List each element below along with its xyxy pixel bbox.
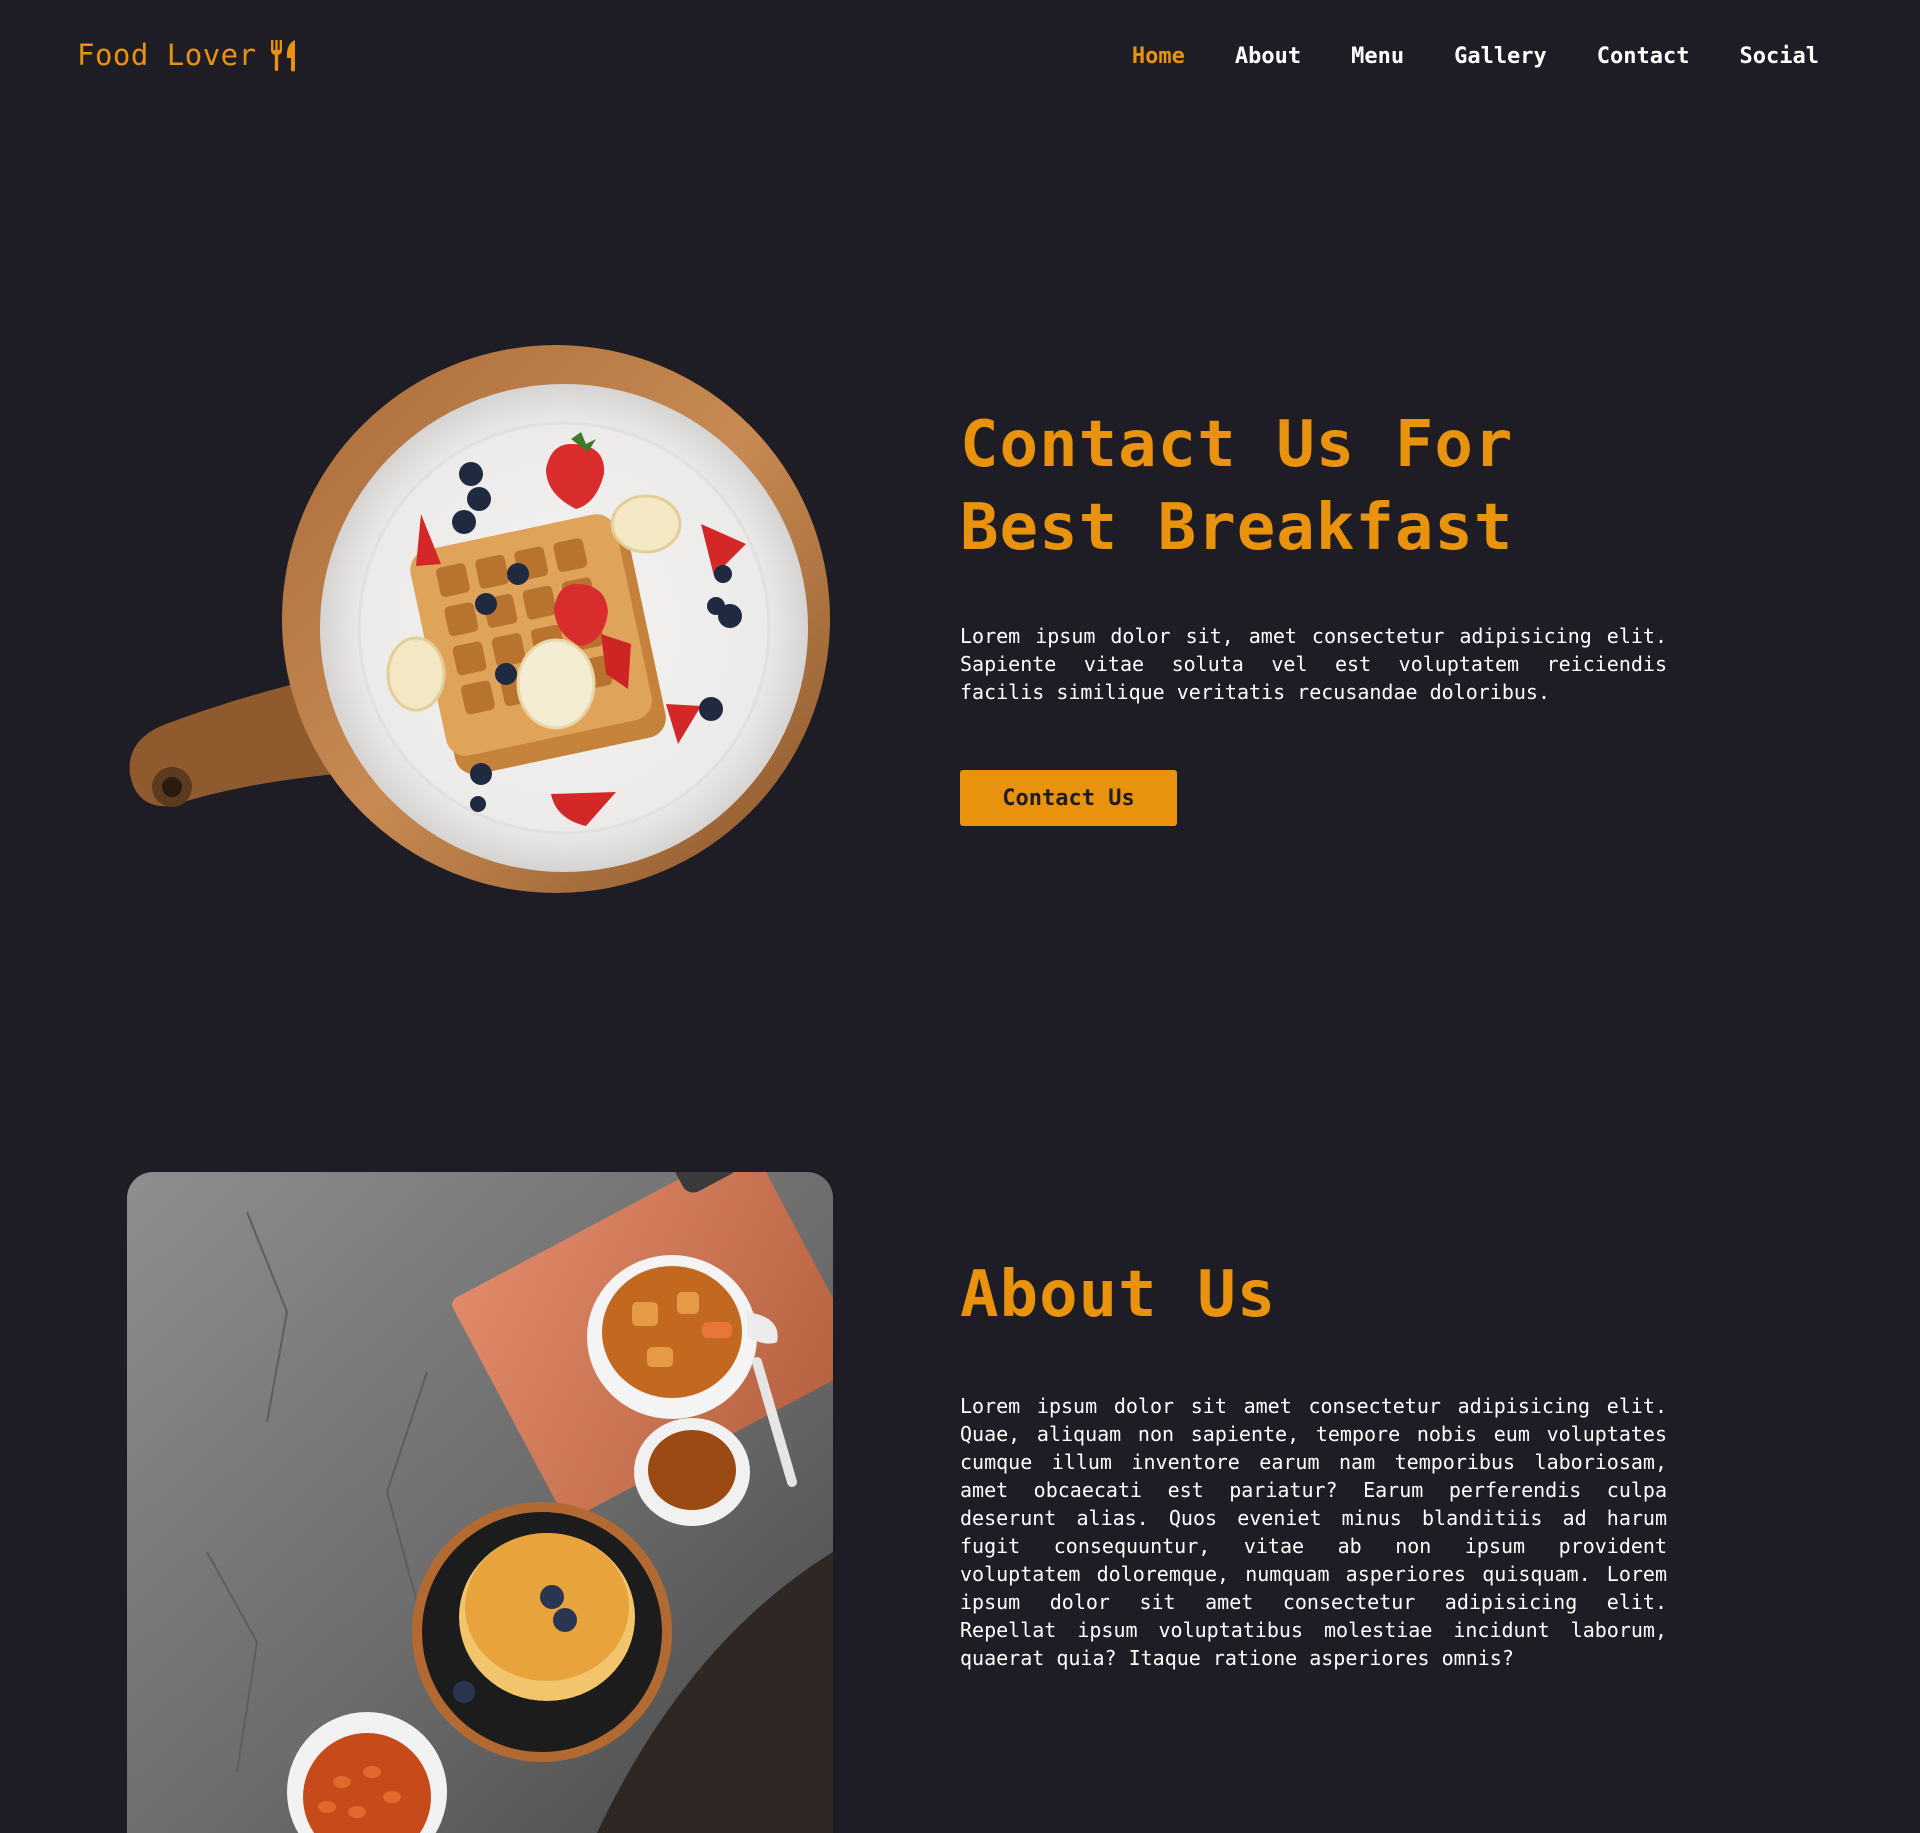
navbar: Food Lover Home About Menu Gallery Conta… bbox=[0, 0, 1920, 118]
hero-title-line2: Best Breakfast bbox=[960, 491, 1514, 565]
nav-link-contact[interactable]: Contact bbox=[1597, 44, 1690, 69]
nav-link-menu[interactable]: Menu bbox=[1351, 44, 1404, 69]
fork-knife-icon bbox=[270, 40, 295, 72]
nav-menu: Home About Menu Gallery Contact Social bbox=[1082, 44, 1819, 69]
hero-title-line1: Contact Us For bbox=[960, 408, 1514, 482]
nav-link-about[interactable]: About bbox=[1235, 44, 1301, 69]
waffle-plate-image bbox=[129, 345, 830, 893]
brand-name: Food Lover bbox=[77, 38, 257, 72]
nav-link-home[interactable]: Home bbox=[1132, 44, 1185, 69]
nav-link-gallery[interactable]: Gallery bbox=[1454, 44, 1547, 69]
contact-us-button[interactable]: Contact Us bbox=[960, 770, 1177, 826]
about-title: About Us bbox=[960, 1258, 1277, 1332]
brand-logo[interactable]: Food Lover bbox=[77, 38, 299, 72]
about-description: Lorem ipsum dolor sit amet consectetur a… bbox=[960, 1394, 1667, 1670]
hero-description: Lorem ipsum dolor sit, amet consectetur … bbox=[960, 624, 1667, 704]
nav-link-social[interactable]: Social bbox=[1740, 44, 1819, 69]
hero-title: Contact Us For Best Breakfast bbox=[960, 404, 1660, 570]
breakfast-table-image bbox=[127, 1172, 833, 1833]
